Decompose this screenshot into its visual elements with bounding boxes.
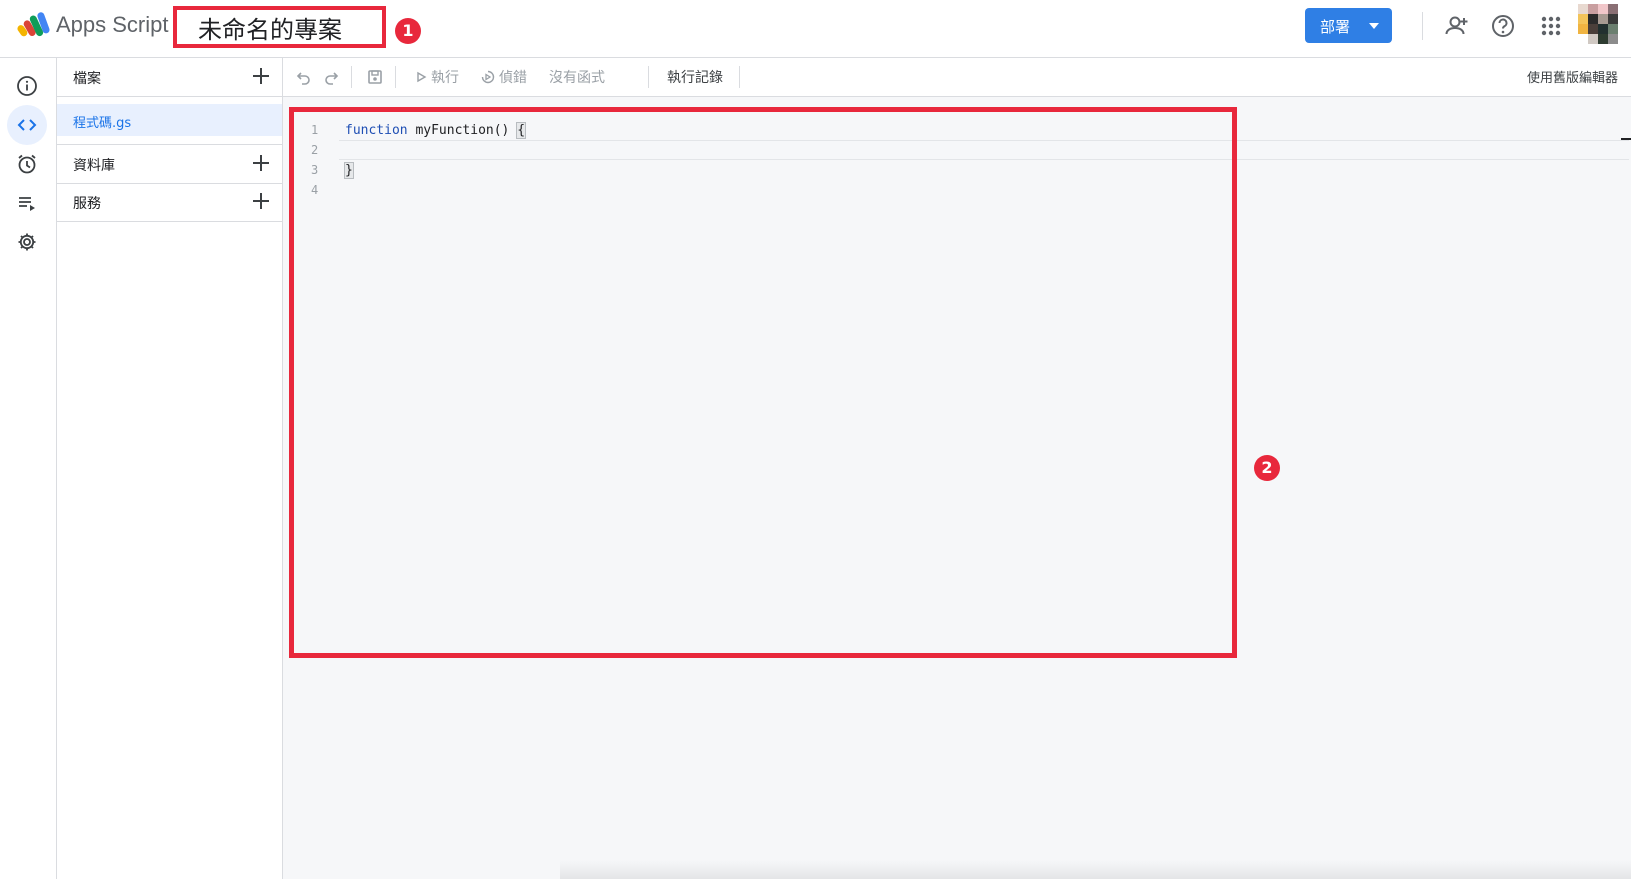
- toolbar-divider: [648, 66, 649, 88]
- add-service-icon[interactable]: [250, 190, 272, 212]
- rail-item-triggers[interactable]: [7, 144, 47, 184]
- editor-toolbar: 執行 偵錯 沒有函式 執行記錄 使用舊版編輯器: [283, 58, 1631, 97]
- undo-icon[interactable]: [296, 69, 312, 85]
- legacy-editor-button[interactable]: 使用舊版編輯器: [1527, 67, 1618, 86]
- file-item-code-gs[interactable]: 程式碼.gs: [57, 104, 282, 136]
- execution-log-button[interactable]: 執行記錄: [667, 67, 723, 87]
- toolbar-divider: [351, 66, 352, 88]
- top-bar: Apps Script 未命名的專案 1 部署: [0, 0, 1631, 58]
- file-name: 程式碼.gs: [73, 116, 132, 131]
- rail-item-executions[interactable]: [7, 183, 47, 223]
- toolbar-divider: [395, 66, 396, 88]
- services-label: 服務: [73, 196, 101, 212]
- add-library-icon[interactable]: [250, 152, 272, 174]
- playlist-icon: [19, 197, 35, 211]
- libraries-label: 資料庫: [73, 158, 115, 174]
- alarm-icon: [18, 154, 36, 174]
- rail-item-editor[interactable]: [7, 105, 47, 145]
- run-label: 執行: [431, 70, 459, 86]
- debug-button[interactable]: 偵錯: [481, 67, 527, 87]
- toolbar-divider: [739, 66, 740, 88]
- annotation-box-editor: [289, 107, 1237, 658]
- files-section-header: 檔案: [57, 58, 282, 97]
- debug-label: 偵錯: [499, 70, 527, 86]
- info-icon: [17, 76, 37, 96]
- execution-log-label: 執行記錄: [667, 70, 723, 86]
- annotation-badge-2: 2: [1254, 455, 1280, 481]
- left-rail: [0, 58, 57, 879]
- rail-item-settings[interactable]: [7, 222, 47, 262]
- redo-icon[interactable]: [323, 69, 339, 85]
- deploy-button[interactable]: 部署: [1305, 8, 1392, 43]
- save-icon[interactable]: [367, 69, 383, 85]
- annotation-badge-1: 1: [395, 18, 421, 44]
- function-select-value: 沒有函式: [549, 70, 605, 86]
- files-label: 檔案: [73, 71, 101, 87]
- legacy-editor-label: 使用舊版編輯器: [1527, 71, 1619, 86]
- gear-icon: [18, 233, 36, 251]
- rail-item-overview[interactable]: [7, 66, 47, 106]
- project-title[interactable]: 未命名的專案: [198, 10, 342, 45]
- services-section-header: 服務: [57, 183, 282, 222]
- debug-icon: [481, 70, 495, 84]
- play-icon: [417, 71, 427, 83]
- header-divider: [1422, 12, 1423, 40]
- code-icon: [17, 119, 37, 131]
- avatar[interactable]: [1578, 4, 1618, 44]
- help-icon[interactable]: [1489, 12, 1517, 40]
- app-name: Apps Script: [56, 12, 169, 37]
- run-button[interactable]: 執行: [415, 67, 459, 87]
- apps-script-logo-icon[interactable]: [17, 11, 51, 39]
- add-file-icon[interactable]: [250, 65, 272, 87]
- apps-grid-icon[interactable]: [1537, 12, 1565, 40]
- libraries-section-header: 資料庫: [57, 144, 282, 184]
- function-select[interactable]: 沒有函式: [549, 67, 605, 87]
- files-panel: 檔案 程式碼.gs 資料庫 服務: [57, 58, 283, 879]
- caret-down-icon: [1369, 23, 1379, 29]
- deploy-button-label: 部署: [1320, 18, 1351, 36]
- bottom-shadow: [560, 860, 1631, 879]
- add-person-icon[interactable]: [1443, 12, 1471, 40]
- overview-ruler-mark: [1621, 138, 1631, 140]
